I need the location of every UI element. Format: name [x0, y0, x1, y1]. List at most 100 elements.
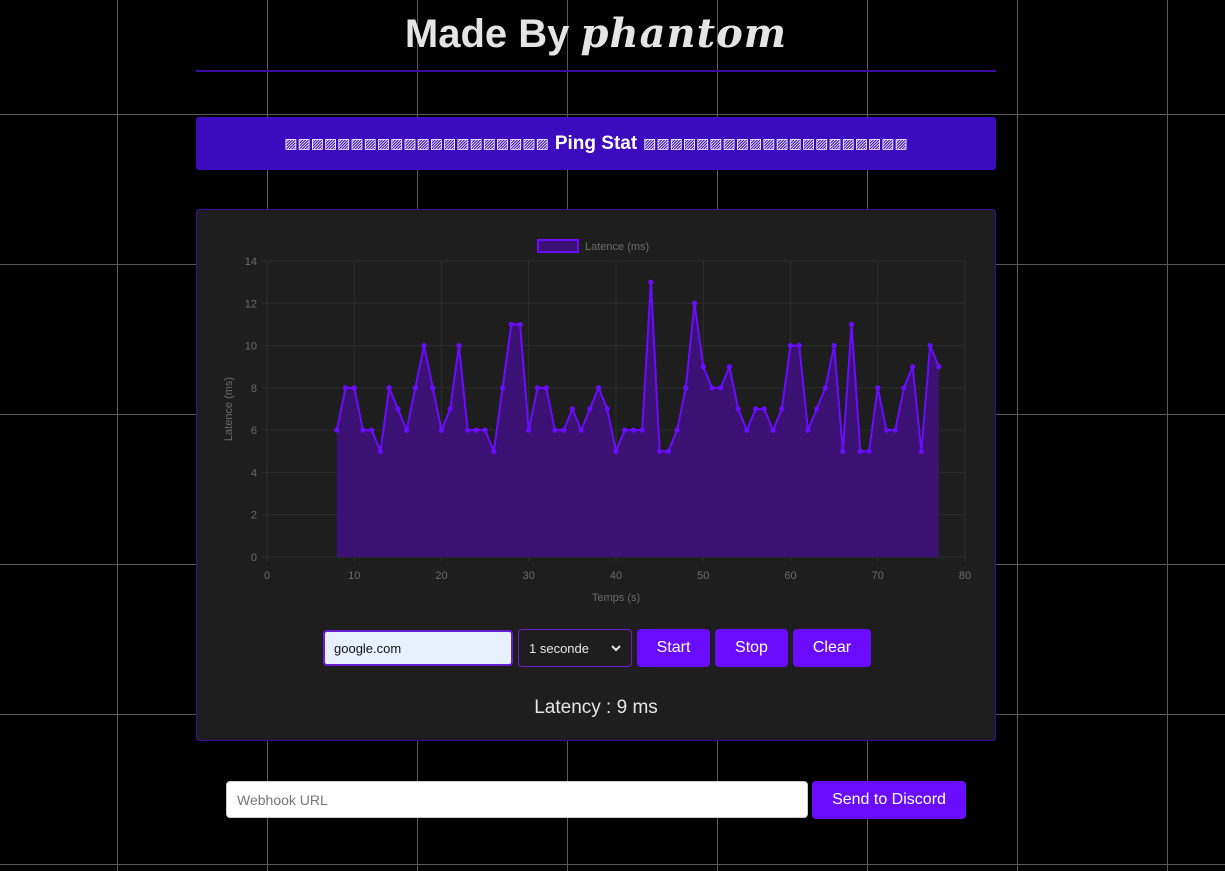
data-point	[875, 385, 881, 391]
host-input[interactable]	[323, 630, 513, 666]
data-point	[447, 406, 453, 412]
data-point	[604, 406, 610, 412]
x-tick-label: 10	[348, 570, 360, 582]
latency-chart: 0 10 20 30 40 50 60 70 80 0 2 4 6 8 10 12 14 Temps (s) Lat…	[223, 239, 971, 604]
data-point	[595, 385, 602, 391]
start-button[interactable]: Start	[637, 629, 710, 667]
data-point	[822, 385, 829, 391]
data-point	[543, 385, 549, 391]
data-point	[648, 279, 654, 285]
y-tick-label: 12	[245, 298, 257, 310]
data-point	[814, 406, 820, 412]
data-point	[901, 385, 907, 391]
data-point	[927, 342, 933, 349]
data-point	[404, 427, 410, 433]
data-point	[657, 448, 663, 454]
page-header: Made By phantom	[196, 0, 996, 72]
x-tick-label: 60	[784, 570, 796, 582]
data-point	[630, 427, 637, 433]
y-tick-label: 10	[245, 341, 257, 353]
y-tick-label: 4	[251, 467, 257, 479]
banner-right-decoration: ▨▨▨▨▨▨▨▨▨▨▨▨▨▨▨▨▨▨▨▨	[643, 135, 908, 152]
data-point	[386, 385, 392, 391]
data-point	[430, 385, 436, 391]
data-point	[639, 427, 645, 433]
data-point	[526, 427, 532, 433]
data-point	[377, 448, 384, 454]
legend-label: Latence (ms)	[585, 241, 649, 253]
x-tick-label: 80	[959, 570, 971, 582]
data-point	[508, 321, 514, 328]
send-to-discord-button[interactable]: Send to Discord	[812, 781, 966, 819]
data-point	[691, 300, 698, 306]
data-point	[569, 406, 575, 412]
data-point	[761, 406, 767, 412]
data-point	[918, 448, 924, 454]
data-point	[369, 427, 375, 433]
data-point	[578, 427, 584, 433]
data-point	[831, 342, 837, 349]
data-point	[491, 448, 497, 454]
data-point	[534, 385, 541, 391]
clear-button[interactable]: Clear	[793, 629, 871, 667]
latency-readout: Latency : 9 ms	[534, 697, 658, 718]
data-point	[552, 427, 558, 433]
data-point	[613, 448, 619, 454]
data-point	[840, 448, 846, 454]
data-point	[735, 406, 741, 412]
data-point	[421, 342, 427, 349]
page-title: Made By phantom	[196, 0, 996, 57]
data-point	[744, 427, 750, 433]
data-point	[438, 427, 445, 433]
data-point	[473, 427, 479, 433]
ping-stat-banner: ▨▨▨▨▨▨▨▨▨▨▨▨▨▨▨▨▨▨▨▨ Ping Stat ▨▨▨▨▨▨▨▨▨…	[196, 117, 996, 170]
data-point	[499, 385, 506, 391]
data-point	[857, 448, 863, 454]
data-point	[360, 427, 366, 433]
interval-select-value: 1 seconde	[529, 640, 589, 656]
ping-controls: 1 seconde Start Stop Clear	[323, 629, 871, 667]
y-tick-label: 8	[251, 383, 257, 395]
data-point	[674, 427, 680, 433]
x-tick-label: 0	[264, 570, 270, 582]
data-point	[334, 427, 340, 433]
author-name: phantom	[580, 10, 788, 57]
data-point	[456, 342, 462, 349]
y-tick-label: 6	[251, 425, 257, 437]
webhook-url-placeholder: Webhook URL	[237, 791, 328, 808]
data-point	[351, 385, 357, 391]
data-point	[718, 385, 724, 391]
x-axis-title: Temps (s)	[592, 592, 640, 604]
data-point	[779, 406, 785, 412]
title-prefix: Made By	[404, 12, 570, 56]
stop-button[interactable]: Stop	[715, 629, 788, 667]
data-point	[561, 427, 567, 433]
banner-title: Ping Stat	[554, 132, 638, 154]
x-tick-label: 20	[435, 570, 447, 582]
x-tick-label: 30	[523, 570, 535, 582]
data-point	[587, 406, 593, 412]
data-point	[805, 427, 811, 433]
data-point	[465, 427, 471, 433]
chevron-down-icon	[611, 644, 621, 651]
data-point	[753, 406, 759, 412]
x-tick-label: 70	[872, 570, 884, 582]
y-tick-label: 14	[245, 256, 257, 268]
data-point	[866, 448, 872, 454]
interval-select[interactable]: 1 seconde	[518, 629, 632, 667]
data-point	[700, 364, 706, 370]
y-tick-label: 0	[251, 552, 257, 564]
webhook-url-input[interactable]: Webhook URL	[226, 781, 808, 818]
data-point	[848, 321, 855, 328]
banner-left-decoration: ▨▨▨▨▨▨▨▨▨▨▨▨▨▨▨▨▨▨▨▨	[284, 135, 549, 152]
data-point	[770, 427, 776, 433]
data-point	[622, 427, 628, 433]
data-point	[517, 321, 523, 328]
data-point	[936, 364, 942, 370]
series-area	[336, 282, 939, 557]
data-point	[910, 364, 916, 370]
data-point	[412, 385, 418, 391]
y-tick-label: 2	[251, 510, 257, 522]
webhook-row: Webhook URL Send to Discord	[226, 781, 966, 819]
data-point	[395, 406, 401, 412]
